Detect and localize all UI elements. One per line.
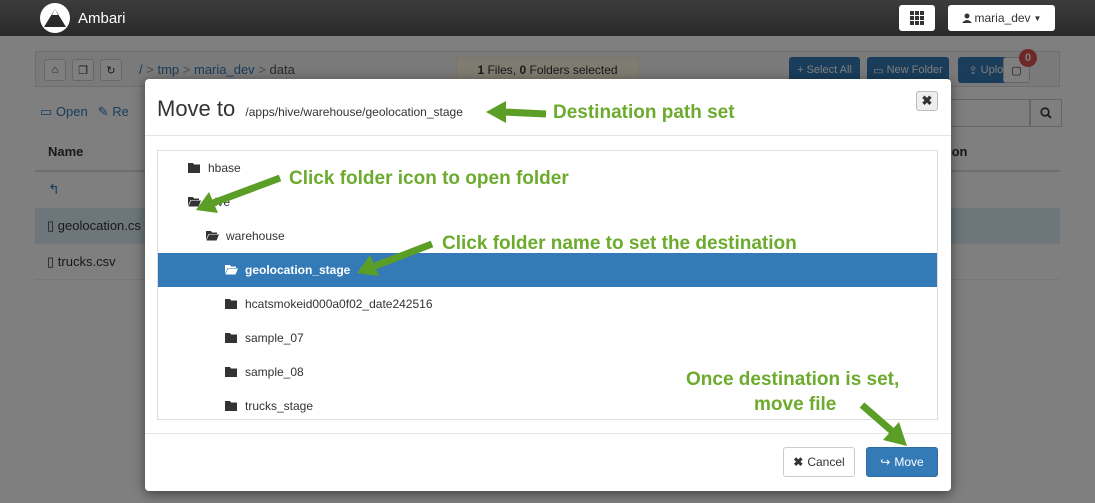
annotation-destination-path: Destination path set [553,102,735,123]
arrow-folder-icon [196,174,282,213]
annotation-folder-name: Click folder name to set the destination [442,233,797,254]
annotation-folder-icon: Click folder icon to open folder [289,168,569,189]
arrow-move-button [859,402,907,446]
annotation-move-line1: Once destination is set, [686,369,900,390]
annotation-move-line2: move file [754,394,837,415]
arrow-destination-path [486,101,547,123]
arrow-folder-name [357,240,434,276]
